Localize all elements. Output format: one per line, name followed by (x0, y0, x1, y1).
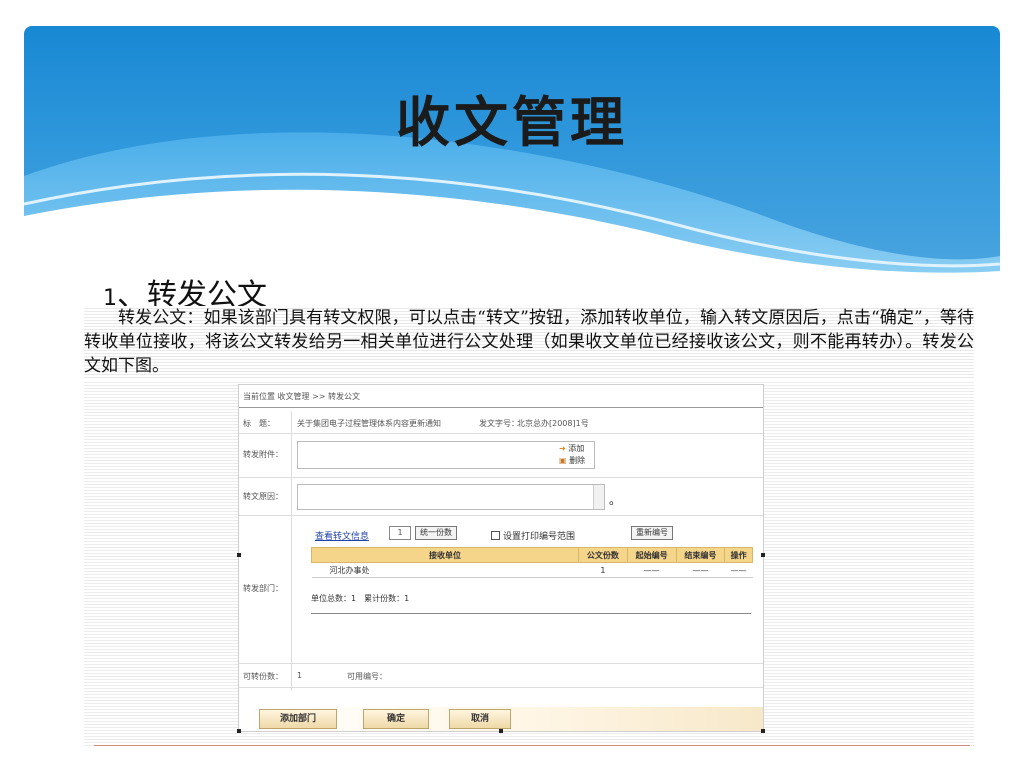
description-paragraph: 转发公文：如果该部门具有转文权限，可以点击“转文”按钮，添加转收单位，输入转文原… (84, 306, 974, 378)
add-label: 添加 (568, 444, 585, 453)
slide-title: 收文管理 (396, 91, 628, 154)
reason-suffix: 。 (609, 493, 622, 507)
subject-label: 标 题： (243, 419, 275, 428)
delete-label: 删除 (569, 456, 586, 465)
panel-separator (311, 613, 751, 614)
delete-icon: ▣ (559, 456, 567, 465)
department-label: 转发部门： (243, 584, 283, 593)
reason-textarea[interactable] (297, 484, 605, 510)
transferable-value: 1 (297, 671, 303, 680)
resize-handle-bottom[interactable] (499, 729, 503, 733)
transferable-row: 可转份数： 1 可用编号： (239, 663, 763, 688)
print-range-label: 设置打印编号范围 (503, 532, 576, 542)
resize-handle-bottom-right[interactable] (761, 729, 765, 733)
table-row: 河北办事处 1 —— —— —— (311, 562, 753, 578)
add-department-button[interactable]: 添加部门 (259, 709, 337, 729)
copies-input[interactable]: 1 (389, 526, 411, 540)
cancel-button[interactable]: 取消 (449, 709, 511, 729)
attachment-row: 转发附件： ➜ 添加 ▣ 删除 (239, 433, 763, 478)
add-attachment-link[interactable]: ➜ 添加 (559, 443, 584, 454)
department-panel: 查看转文信息 1 统一份数 设置打印编号范围 重新编号 接收单位 公文份数 起始… (297, 521, 753, 621)
resize-handle-bottom-left[interactable] (237, 729, 241, 733)
attachment-label: 转发附件： (243, 450, 283, 459)
cell-start-no: —— (627, 562, 677, 578)
print-range-checkbox[interactable]: 设置打印编号范围 (491, 529, 575, 542)
resize-handle-left[interactable] (237, 553, 241, 557)
cell-unit: 河北办事处 (311, 562, 579, 578)
form-button-bar: 添加部门 确定 取消 (239, 707, 763, 731)
breadcrumb: 当前位置 收文管理 >> 转发公文 (239, 385, 763, 408)
unit-summary: 单位总数：1 累计份数：1 (311, 594, 410, 603)
add-icon: ➜ (559, 444, 566, 453)
breadcrumb-text: 当前位置 收文管理 >> 转发公文 (243, 392, 361, 401)
renumber-button[interactable]: 重新编号 (631, 526, 673, 540)
reason-row: 转文原因： 。 (239, 477, 763, 516)
resize-handle-right[interactable] (761, 553, 765, 557)
table-header-row: 接收单位 公文份数 起始编号 结束编号 操作 (311, 547, 753, 563)
cell-copies: 1 (578, 562, 628, 578)
checkbox-icon (491, 531, 500, 540)
attachment-list[interactable] (297, 441, 595, 469)
unify-copies-button[interactable]: 统一份数 (415, 526, 457, 540)
title-banner: 收文管理 (24, 26, 1000, 286)
textarea-scrollbar[interactable] (593, 485, 604, 509)
reason-label: 转文原因： (243, 492, 283, 501)
subject-row: 标 题： 关于集团电子过程管理体系内容更新通知 发文字号： 北京总办[2008]… (239, 411, 763, 434)
col-start-no: 起始编号 (626, 547, 677, 563)
doc-no-label: 发文字号： (479, 419, 519, 428)
doc-no-value: 北京总办[2008]1号 (517, 419, 589, 428)
subject-value: 关于集团电子过程管理体系内容更新通知 (297, 419, 441, 428)
receiving-units-table: 接收单位 公文份数 起始编号 结束编号 操作 河北办事处 1 —— —— —— (311, 547, 753, 578)
forward-document-form-screenshot: 当前位置 收文管理 >> 转发公文 标 题： 关于集团电子过程管理体系内容更新通… (237, 384, 765, 733)
col-copies: 公文份数 (578, 547, 628, 563)
delete-attachment-link[interactable]: ▣ 删除 (559, 455, 585, 466)
cell-action[interactable]: —— (724, 562, 753, 578)
col-end-no: 结束编号 (675, 547, 726, 563)
bottom-rule (94, 745, 970, 746)
cell-end-no: —— (676, 562, 725, 578)
col-unit: 接收单位 (311, 547, 579, 563)
view-transfer-info-link[interactable]: 查看转文信息 (315, 529, 369, 542)
col-action: 操作 (724, 547, 753, 563)
available-no-label: 可用编号： (347, 672, 387, 681)
confirm-button[interactable]: 确定 (363, 709, 429, 729)
transferable-label: 可转份数： (243, 672, 283, 681)
description-text: 转发公文：如果该部门具有转文权限，可以点击“转文”按钮，添加转收单位，输入转文原… (84, 308, 974, 376)
